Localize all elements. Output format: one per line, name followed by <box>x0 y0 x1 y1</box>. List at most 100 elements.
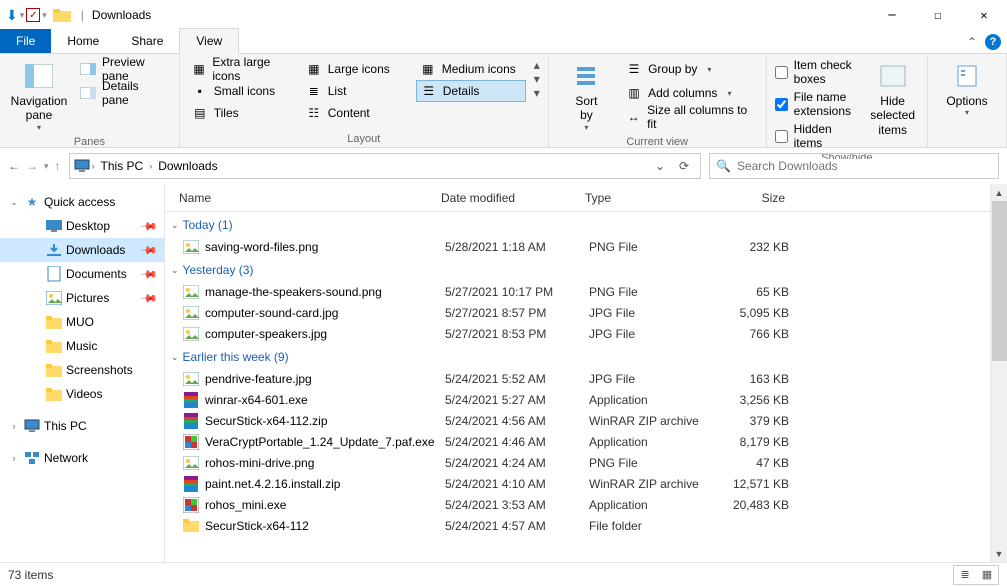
options-label: Options <box>946 94 987 108</box>
tree-item-label: Music <box>66 339 97 353</box>
vertical-scrollbar[interactable]: ▲ ▼ <box>990 184 1007 562</box>
tree-item-desktop[interactable]: Desktop📌 <box>0 214 164 238</box>
file-row[interactable]: computer-sound-card.jpg5/27/2021 8:57 PM… <box>165 302 1007 323</box>
close-button[interactable]: ✕ <box>961 0 1007 30</box>
file-row[interactable]: winrar-x64-601.exe5/24/2021 5:27 AMAppli… <box>165 389 1007 410</box>
group-header[interactable]: ⌄Yesterday (3) <box>165 257 1007 281</box>
file-name: saving-word-files.png <box>205 240 445 254</box>
collapse-ribbon-icon[interactable]: ⌃ <box>967 35 977 49</box>
file-name: pendrive-feature.jpg <box>205 372 445 386</box>
back-button[interactable]: ← <box>8 159 20 173</box>
list-button[interactable]: ≣List <box>302 80 412 102</box>
tree-item-muo[interactable]: MUO <box>0 310 164 334</box>
hide-selected-items-button[interactable]: Hide selected items <box>866 58 919 139</box>
refresh-button[interactable]: ⟳ <box>672 159 696 173</box>
group-header[interactable]: ⌄Earlier this week (9) <box>165 344 1007 368</box>
large-icons-button[interactable]: ▦Large icons <box>302 58 412 80</box>
forward-button[interactable]: → <box>26 159 38 173</box>
file-date: 5/24/2021 3:53 AM <box>445 498 589 512</box>
breadcrumb-downloads[interactable]: Downloads <box>154 159 221 173</box>
tree-item-pictures[interactable]: Pictures📌 <box>0 286 164 310</box>
help-icon[interactable]: ? <box>985 34 1001 50</box>
group-by-button[interactable]: ☰Group by▾ <box>622 58 758 80</box>
group-header[interactable]: ⌄Today (1) <box>165 212 1007 236</box>
address-history-button[interactable]: ⌄ <box>648 159 672 173</box>
expand-icon[interactable]: › <box>8 421 20 431</box>
add-columns-button[interactable]: ▥Add columns▾ <box>622 82 758 104</box>
chevron-right-icon[interactable]: › <box>92 161 95 171</box>
column-header-name[interactable]: Name <box>179 191 441 205</box>
details-button[interactable]: ☰Details <box>416 80 526 102</box>
expand-icon[interactable]: › <box>8 453 20 463</box>
extra-large-icons-button[interactable]: ▦Extra large icons <box>188 58 298 80</box>
chevron-right-icon[interactable]: › <box>149 161 152 171</box>
address-bar[interactable]: › This PC › Downloads ⌄ ⟳ <box>69 153 701 179</box>
tree-item-documents[interactable]: Documents📌 <box>0 262 164 286</box>
column-header-date[interactable]: Date modified <box>441 191 585 205</box>
tiles-button[interactable]: ▤Tiles <box>188 102 298 124</box>
file-row[interactable]: computer-speakers.jpg5/27/2021 8:53 PMJP… <box>165 323 1007 344</box>
navigation-pane-button[interactable]: Navigation pane ▾ <box>8 58 70 134</box>
search-box[interactable]: 🔍 <box>709 153 999 179</box>
scroll-up-icon[interactable]: ▲ <box>991 184 1007 201</box>
tree-item-music[interactable]: Music <box>0 334 164 358</box>
qat-properties-icon[interactable]: ✓ <box>26 8 40 22</box>
qat-down-arrow-icon[interactable]: ⬇ <box>6 7 18 24</box>
column-header-size[interactable]: Size <box>705 191 795 205</box>
window-controls: ─ ☐ ✕ <box>869 0 1007 30</box>
file-tab[interactable]: File <box>0 29 51 53</box>
tree-item-videos[interactable]: Videos <box>0 382 164 406</box>
preview-pane-button[interactable]: Preview pane <box>76 58 171 80</box>
tree-network[interactable]: › Network <box>0 446 164 470</box>
thumbnails-view-toggle[interactable]: ▦ <box>976 566 998 584</box>
column-header-type[interactable]: Type <box>585 191 705 205</box>
file-row[interactable]: rohos-mini-drive.png5/24/2021 4:24 AMPNG… <box>165 452 1007 473</box>
up-button[interactable]: ↑ <box>55 159 61 173</box>
small-icons-button[interactable]: ▪Small icons <box>188 80 298 102</box>
expand-icon[interactable]: ⌄ <box>8 197 20 208</box>
file-list-area: Name Date modified Type Size ⌄Today (1)s… <box>165 184 1007 562</box>
folder-icon <box>46 362 62 378</box>
tree-this-pc[interactable]: › This PC <box>0 414 164 438</box>
file-row[interactable]: paint.net.4.2.16.install.zip5/24/2021 4:… <box>165 473 1007 494</box>
item-check-boxes-checkbox[interactable]: Item check boxes <box>775 58 861 86</box>
medium-icons-button[interactable]: ▦Medium icons <box>416 58 526 80</box>
share-tab[interactable]: Share <box>115 29 179 53</box>
file-date: 5/24/2021 4:56 AM <box>445 414 589 428</box>
content-button[interactable]: ☷Content <box>302 102 412 124</box>
tree-quick-access[interactable]: ⌄ ★ Quick access <box>0 190 164 214</box>
qat-dropdown2-icon[interactable]: ▾ <box>42 10 47 21</box>
layout-more-icon[interactable]: ▾ <box>534 86 540 100</box>
hidden-items-checkbox[interactable]: Hidden items <box>775 122 861 150</box>
file-row[interactable]: SecurStick-x64-112.zip5/24/2021 4:56 AMW… <box>165 410 1007 431</box>
maximize-button[interactable]: ☐ <box>915 0 961 30</box>
scroll-thumb[interactable] <box>992 201 1007 361</box>
file-row[interactable]: saving-word-files.png5/28/2021 1:18 AMPN… <box>165 236 1007 257</box>
qat-dropdown-icon[interactable]: ▾ <box>20 10 25 21</box>
file-row[interactable]: rohos_mini.exe5/24/2021 3:53 AMApplicati… <box>165 494 1007 515</box>
sort-by-button[interactable]: Sort by ▾ <box>557 58 616 134</box>
details-view-toggle[interactable]: ≣ <box>954 566 976 584</box>
options-button[interactable]: Options ▾ <box>936 58 998 120</box>
file-row[interactable]: manage-the-speakers-sound.png5/27/2021 1… <box>165 281 1007 302</box>
size-all-columns-button[interactable]: ↔Size all columns to fit <box>622 106 758 128</box>
search-input[interactable] <box>737 159 992 173</box>
scroll-down-icon[interactable]: ▼ <box>991 545 1007 562</box>
layout-scroll-down-icon[interactable]: ▾ <box>534 72 540 86</box>
minimize-button[interactable]: ─ <box>869 0 915 30</box>
file-name-extensions-checkbox[interactable]: File name extensions <box>775 90 861 118</box>
file-row[interactable]: SecurStick-x64-1125/24/2021 4:57 AMFile … <box>165 515 1007 536</box>
navigation-row: ← → ▾ ↑ › This PC › Downloads ⌄ ⟳ 🔍 <box>0 148 1007 184</box>
file-row[interactable]: VeraCryptPortable_1.24_Update_7.paf.exe5… <box>165 431 1007 452</box>
tree-item-screenshots[interactable]: Screenshots <box>0 358 164 382</box>
tree-item-downloads[interactable]: Downloads📌 <box>0 238 164 262</box>
view-tab[interactable]: View <box>179 28 239 54</box>
layout-scroll-up-icon[interactable]: ▴ <box>534 58 540 72</box>
home-tab[interactable]: Home <box>51 29 115 53</box>
details-pane-button[interactable]: Details pane <box>76 82 171 104</box>
file-name: VeraCryptPortable_1.24_Update_7.paf.exe <box>205 435 445 449</box>
recent-locations-button[interactable]: ▾ <box>44 161 49 172</box>
file-row[interactable]: pendrive-feature.jpg5/24/2021 5:52 AMJPG… <box>165 368 1007 389</box>
breadcrumb-this-pc[interactable]: This PC <box>97 159 148 173</box>
title-bar: ⬇ ▾ ✓ ▾ | Downloads ─ ☐ ✕ <box>0 0 1007 30</box>
